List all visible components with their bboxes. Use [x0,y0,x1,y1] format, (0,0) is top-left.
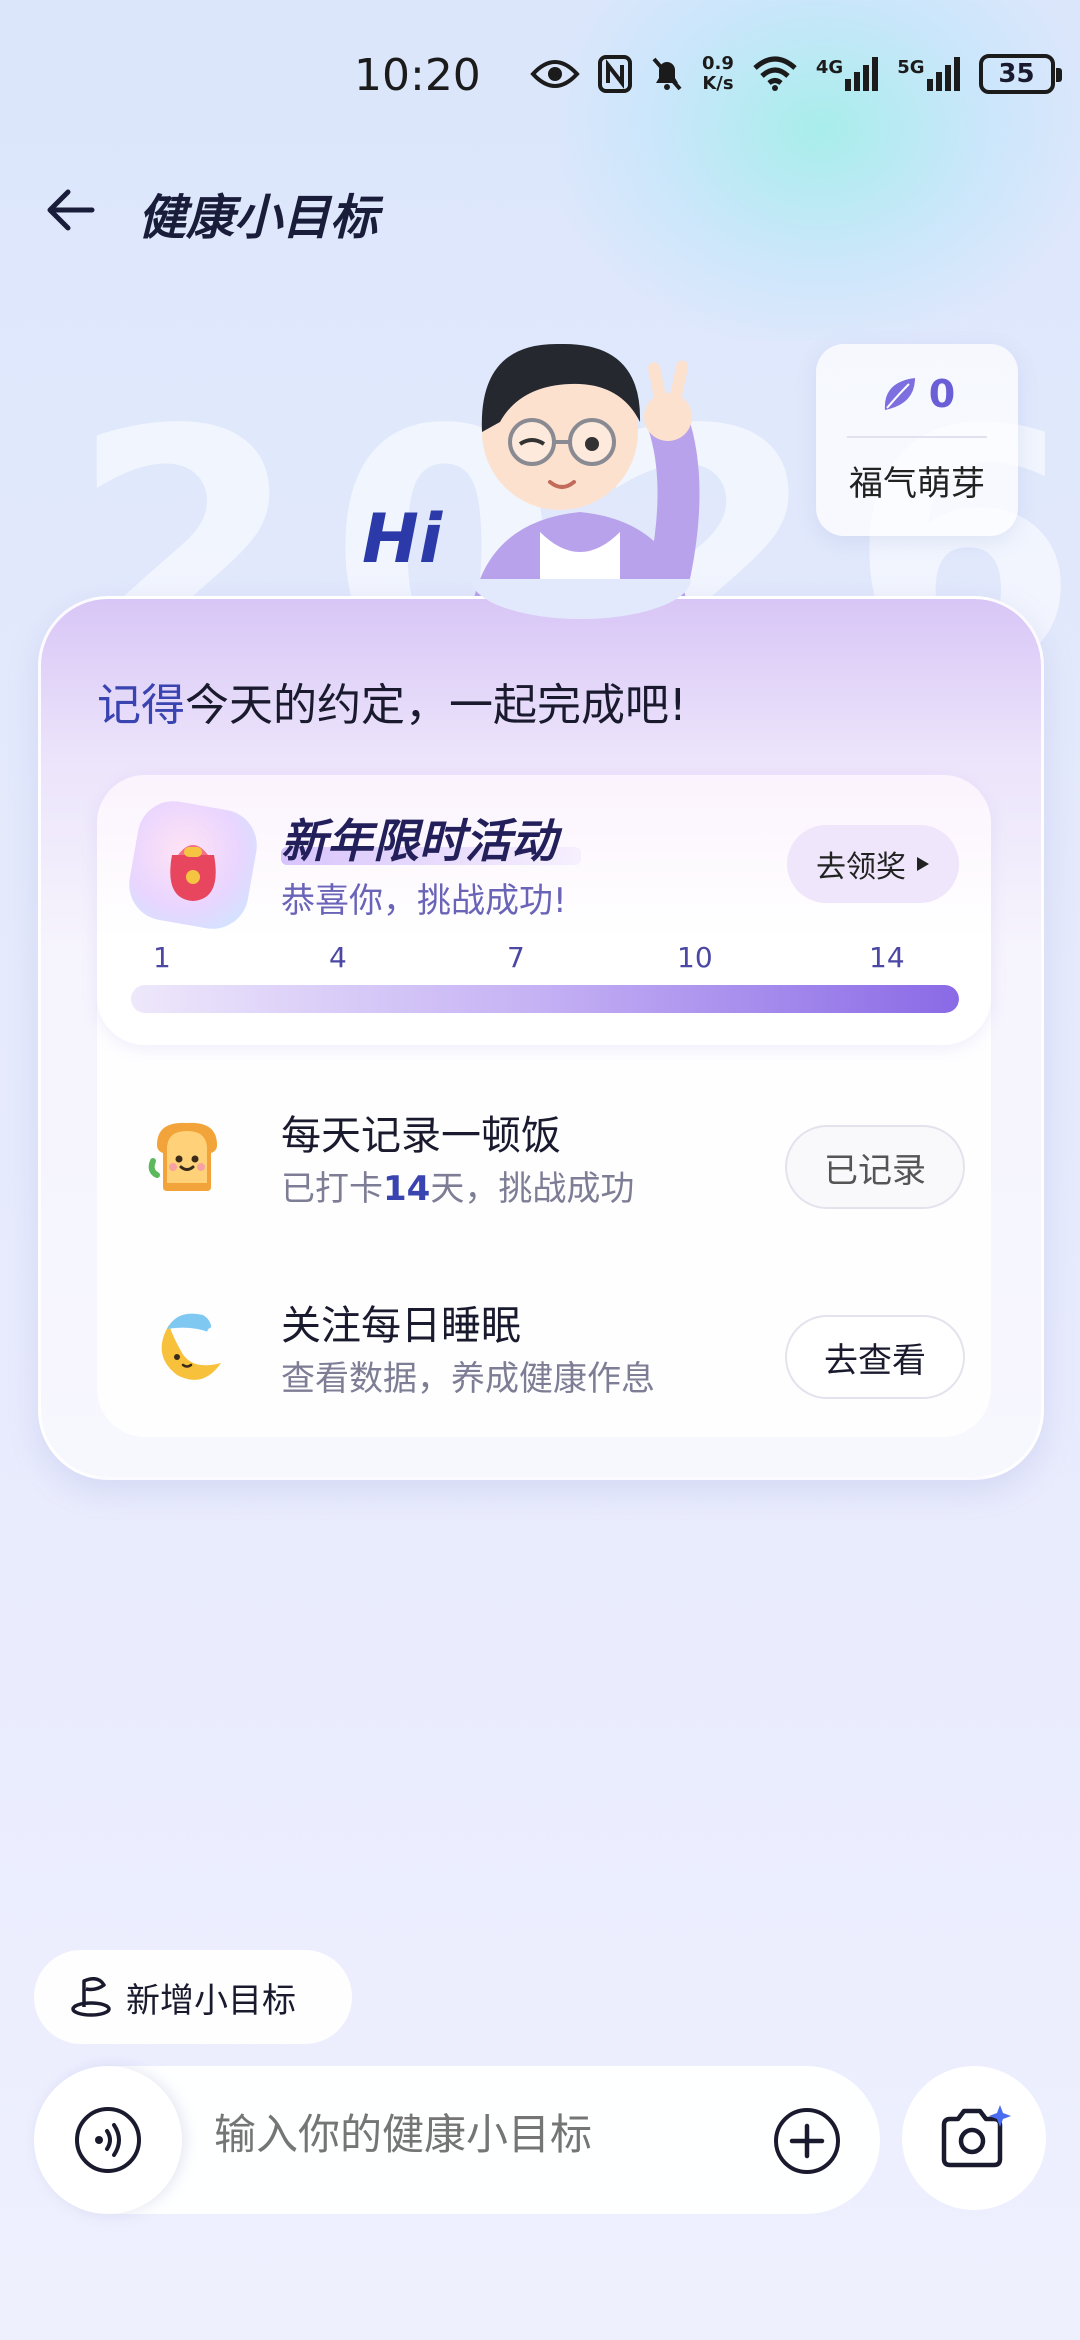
badge-top: 0 [879,372,955,416]
goals-panel: 新年限时活动 恭喜你，挑战成功! 去领奖 1 4 7 10 14 每天记录一顿饭 [97,775,991,1437]
goal-input-bar [34,2066,880,2214]
task-sub-suffix: 天，挑战成功 [430,1169,635,1209]
status-icons: 0.9 K/s 4G 5G 35 [530,54,1062,94]
task-row-sleep[interactable]: 关注每日睡眠 查看数据，养成健康作息 去查看 [97,1265,991,1425]
tick-label: 10 [677,941,713,974]
page-title: 健康小目标 [138,190,379,246]
event-title: 新年限时活动 [281,814,557,868]
sim1-label: 4G [815,57,844,78]
signal-sim1-icon: 4G [816,57,879,91]
progress-ticks: 1 4 7 10 14 [131,941,961,981]
plus-circle-icon [774,2108,840,2174]
progress-bar [131,985,959,1013]
task-subtitle: 查看数据，养成健康作息 [281,1359,655,1399]
eye-icon [530,56,580,92]
fortune-badge[interactable]: 0 福气萌芽 [816,344,1018,536]
goals-card: 记得今天的约定，一起完成吧! 新年限时活动 恭喜你，挑战成功! 去领奖 1 4 … [38,579,1044,1480]
camera-button[interactable] [902,2066,1046,2210]
add-goal-button[interactable]: 新增小目标 [34,1950,352,2044]
view-sleep-button[interactable]: 去查看 [785,1315,965,1399]
voice-wave-icon [75,2107,141,2173]
tick-label: 1 [153,941,171,974]
arrow-left-icon [47,189,95,231]
claim-reward-button[interactable]: 去领奖 [787,825,959,903]
reminder-highlight: 记得 [97,680,185,731]
character-avatar [420,322,740,622]
badge-label: 福气萌芽 [849,464,985,504]
back-button[interactable] [40,180,100,240]
status-bar: 10:20 0.9 K/s 4G 5G 35 [0,0,1080,150]
goal-flag-icon [71,1977,111,2017]
net-speed-value: 0.9 [702,53,734,74]
net-speed: 0.9 K/s [702,54,734,94]
sim2-label: 5G [897,57,925,78]
ai-camera-icon [941,2105,1011,2168]
task-title: 关注每日睡眠 [281,1303,521,1349]
reminder-text: 记得今天的约定，一起完成吧! [97,669,687,733]
event-card[interactable]: 新年限时活动 恭喜你，挑战成功! 去领奖 1 4 7 10 14 [97,775,991,1045]
battery-indicator: 35 [978,54,1062,94]
badge-count: 0 [928,372,956,416]
voice-input-button[interactable] [34,2066,182,2214]
claim-reward-label: 去领奖 [816,850,906,885]
progress-fill [131,985,959,1013]
task-row-meal[interactable]: 每天记录一顿饭 已打卡14天，挑战成功 已记录 [97,1075,991,1235]
add-attachment-button[interactable] [772,2106,842,2176]
reminder-rest: 今天的约定，一起完成吧! [185,680,687,731]
add-goal-label: 新增小目标 [126,1980,296,2021]
tick-label: 4 [329,941,347,974]
card-notch [471,579,691,619]
leaf-icon [884,378,915,410]
gift-bag-icon [123,795,263,935]
moon-icon [147,1305,227,1385]
goal-text-input[interactable] [214,2110,734,2159]
play-triangle-icon [917,857,929,871]
toast-icon [147,1115,227,1195]
tick-label: 14 [869,941,905,974]
event-subtitle: 恭喜你，挑战成功! [281,881,567,921]
nfc-icon [598,55,632,93]
recorded-button[interactable]: 已记录 [785,1125,965,1209]
badge-divider [847,436,987,438]
wifi-icon [752,56,798,92]
net-speed-unit: K/s [702,73,734,94]
status-time: 10:20 [354,50,481,101]
task-streak-count: 14 [383,1169,431,1209]
hi-greeting: Hi [362,500,443,579]
tick-label: 7 [507,941,525,974]
task-sub-prefix: 已打卡 [281,1169,383,1209]
battery-level: 35 [998,59,1035,89]
task-title: 每天记录一顿饭 [281,1113,561,1159]
signal-sim2-icon: 5G [897,57,960,91]
mute-bell-icon [650,55,684,93]
task-subtitle: 已打卡14天，挑战成功 [281,1161,634,1210]
